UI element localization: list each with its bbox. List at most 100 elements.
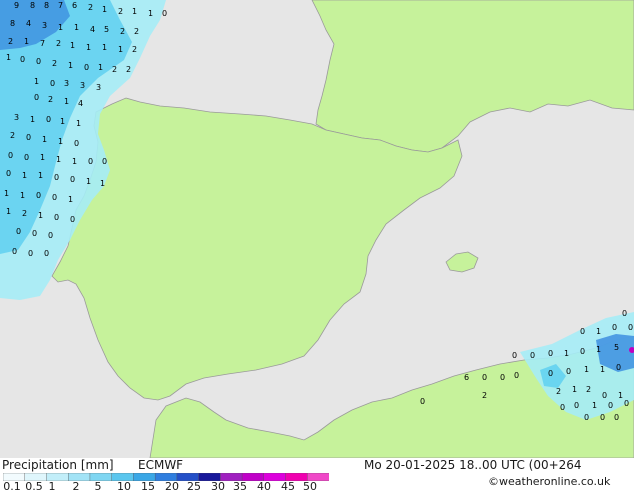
point-value: 3 bbox=[42, 21, 47, 30]
point-value: 0 bbox=[500, 373, 505, 382]
point-value: 0 bbox=[70, 175, 75, 184]
point-value: 0 bbox=[548, 369, 553, 378]
point-value: 0 bbox=[6, 169, 11, 178]
point-value: 2 bbox=[112, 65, 117, 74]
point-value: 0 bbox=[162, 9, 167, 18]
point-value: 8 bbox=[44, 1, 49, 10]
point-value: 1 bbox=[118, 45, 123, 54]
point-value: 0 bbox=[624, 399, 629, 408]
point-value: 0 bbox=[26, 133, 31, 142]
point-value: 2 bbox=[134, 27, 139, 36]
point-value: 1 bbox=[98, 63, 103, 72]
colorbar-tick-label: 50 bbox=[303, 480, 317, 493]
point-value: 1 bbox=[42, 135, 47, 144]
point-value: 9 bbox=[14, 1, 19, 10]
point-value: 0 bbox=[50, 79, 55, 88]
point-value: 1 bbox=[596, 345, 601, 354]
point-value: 0 bbox=[616, 363, 621, 372]
model-label: ECMWF bbox=[138, 458, 184, 472]
map-title: Precipitation [mm] bbox=[2, 458, 114, 472]
point-value: 0 bbox=[580, 327, 585, 336]
point-value: 8 bbox=[10, 19, 15, 28]
point-value: 0 bbox=[628, 323, 633, 332]
colorbar-tick-label: 0.1 bbox=[3, 480, 21, 493]
point-value: 2 bbox=[8, 37, 13, 46]
point-value: 3 bbox=[80, 81, 85, 90]
point-value: 2 bbox=[88, 3, 93, 12]
point-value: 1 bbox=[148, 9, 153, 18]
point-value: 1 bbox=[102, 5, 107, 14]
point-value: 4 bbox=[90, 25, 95, 34]
point-value: 0 bbox=[566, 367, 571, 376]
point-value: 2 bbox=[586, 385, 591, 394]
point-value: 0 bbox=[32, 229, 37, 238]
point-value: 3 bbox=[96, 83, 101, 92]
point-value: 0 bbox=[482, 373, 487, 382]
point-value: 1 bbox=[592, 401, 597, 410]
point-value: 0 bbox=[54, 173, 59, 182]
point-value: 3 bbox=[14, 113, 19, 122]
colorbar-tick-label: 20 bbox=[165, 480, 179, 493]
point-value: 0 bbox=[12, 247, 17, 256]
map-area[interactable]: 9887621211084311452221721111210021012210… bbox=[0, 0, 634, 458]
point-value: 1 bbox=[72, 157, 77, 166]
colorbar-tick-label: 5 bbox=[94, 480, 102, 493]
point-value: 0 bbox=[548, 349, 553, 358]
point-value: 0 bbox=[514, 371, 519, 380]
footer-bar: Precipitation [mm] ECMWF Mo 20-01-2025 1… bbox=[0, 458, 634, 493]
point-value: 0 bbox=[36, 191, 41, 200]
point-value: 0 bbox=[580, 347, 585, 356]
point-value: 0 bbox=[16, 227, 21, 236]
point-value: 1 bbox=[6, 53, 11, 62]
point-value: 0 bbox=[44, 249, 49, 258]
point-value: 2 bbox=[482, 391, 487, 400]
credit-text[interactable]: ©weatheronline.co.uk bbox=[488, 475, 610, 488]
point-value: 0 bbox=[102, 157, 107, 166]
point-value: 1 bbox=[68, 61, 73, 70]
point-value: 0 bbox=[46, 115, 51, 124]
point-value: 1 bbox=[68, 195, 73, 204]
colorbar-tick-label: 2 bbox=[72, 480, 80, 493]
point-value: 0 bbox=[420, 397, 425, 406]
point-value: 0 bbox=[52, 193, 57, 202]
point-value: 2 bbox=[126, 65, 131, 74]
point-value: 2 bbox=[10, 131, 15, 140]
point-value: 1 bbox=[56, 155, 61, 164]
point-value: 7 bbox=[58, 1, 63, 10]
colorbar-tick-label: 25 bbox=[187, 480, 201, 493]
point-value: 0 bbox=[8, 151, 13, 160]
point-value: 0 bbox=[600, 413, 605, 422]
colorbar-tick-label: 10 bbox=[117, 480, 131, 493]
point-value: 0 bbox=[612, 323, 617, 332]
precipitation-map: 9 8 8 7 6 2 1 2 1 1 08 4 3 1 1 4 5 2 22 1 7 2 1 1 1 1 21 0 0 2 1 0 1 2 21 0… bbox=[0, 0, 634, 458]
point-value: 0 bbox=[36, 57, 41, 66]
colorbar-tick-label: 30 bbox=[211, 480, 225, 493]
point-value: 4 bbox=[26, 19, 31, 28]
point-value: 1 bbox=[38, 171, 43, 180]
point-value: 0 bbox=[34, 93, 39, 102]
point-value: 4 bbox=[78, 99, 83, 108]
point-value: 3 bbox=[64, 79, 69, 88]
point-value: 7 bbox=[40, 39, 45, 48]
point-value: 0 bbox=[584, 413, 589, 422]
point-value: 1 bbox=[600, 365, 605, 374]
point-value: 1 bbox=[24, 37, 29, 46]
point-value: 1 bbox=[74, 23, 79, 32]
point-value: 1 bbox=[20, 191, 25, 200]
point-value: 2 bbox=[22, 209, 27, 218]
colorbar-tick-label: 0.5 bbox=[25, 480, 43, 493]
point-value: 6 bbox=[464, 373, 469, 382]
point-value: 1 bbox=[58, 137, 63, 146]
point-value: 1 bbox=[34, 77, 39, 86]
point-value: 0 bbox=[608, 401, 613, 410]
point-value: 0 bbox=[84, 63, 89, 72]
colorbar-tick-label: 1 bbox=[48, 480, 56, 493]
point-value: 0 bbox=[20, 55, 25, 64]
point-value: 5 bbox=[104, 25, 109, 34]
point-value: 0 bbox=[622, 309, 627, 318]
point-value: 1 bbox=[86, 43, 91, 52]
point-value: 1 bbox=[132, 7, 137, 16]
point-value: 1 bbox=[76, 119, 81, 128]
valid-datetime: Mo 20-01-2025 18..00 UTC (00+264 bbox=[364, 458, 582, 472]
point-value: 5 bbox=[614, 343, 619, 352]
